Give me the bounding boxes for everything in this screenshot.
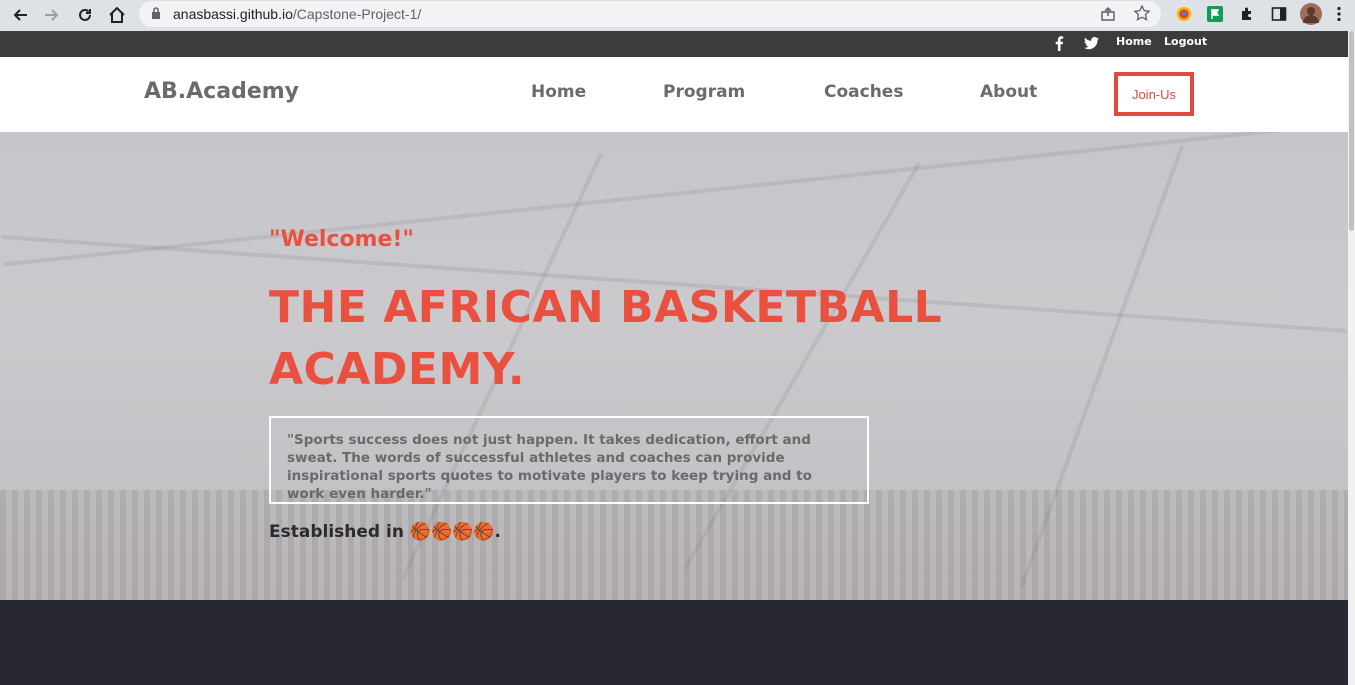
nav-program[interactable]: Program	[663, 82, 745, 102]
menu-kebab-icon[interactable]	[1336, 6, 1342, 27]
hero-welcome: "Welcome!"	[269, 227, 414, 252]
dark-section	[0, 600, 1348, 685]
join-us-button[interactable]: Join-Us	[1114, 72, 1194, 116]
profile-avatar[interactable]	[1300, 3, 1322, 30]
nav-home[interactable]: Home	[531, 82, 586, 102]
share-icon[interactable]	[1100, 6, 1116, 27]
twitter-icon[interactable]	[1084, 37, 1099, 55]
extensions-puzzle-icon[interactable]	[1239, 6, 1255, 27]
scrollbar-thumb[interactable]	[1349, 31, 1354, 231]
facebook-icon[interactable]	[1054, 36, 1064, 56]
address-bar[interactable]: anasbassi.github.io/Capstone-Project-1/	[139, 1, 1161, 27]
hero-quote: "Sports success does not just happen. It…	[269, 416, 869, 504]
url-host: anasbassi.github.io	[173, 6, 293, 22]
browser-toolbar: anasbassi.github.io/Capstone-Project-1/	[0, 0, 1355, 31]
nav-coaches[interactable]: Coaches	[824, 82, 903, 102]
top-bar: Home Logout	[0, 31, 1348, 57]
back-arrow-icon[interactable]	[8, 3, 32, 27]
forward-arrow-icon[interactable]	[40, 3, 64, 27]
site-logo[interactable]: AB.Academy	[144, 79, 299, 104]
extension-flag-icon[interactable]	[1207, 6, 1223, 27]
nav-about[interactable]: About	[980, 82, 1037, 102]
reload-icon[interactable]	[73, 3, 97, 27]
lock-icon[interactable]	[151, 7, 161, 25]
hero-headline: THE AFRICAN BASKETBALL ACADEMY.	[269, 282, 943, 395]
hero-section: "Welcome!" THE AFRICAN BASKETBALL ACADEM…	[0, 132, 1348, 600]
topbar-home-link[interactable]: Home	[1116, 35, 1152, 48]
side-panel-icon[interactable]	[1271, 6, 1287, 27]
page-scrollbar[interactable]	[1348, 31, 1355, 685]
established-text: Established in 🏀🏀🏀🏀.	[269, 522, 501, 542]
site-header: AB.Academy Home Program Coaches About Jo…	[0, 57, 1348, 132]
bookmark-star-icon[interactable]	[1133, 4, 1151, 26]
url-path: /Capstone-Project-1/	[292, 6, 422, 22]
url-text[interactable]: anasbassi.github.io/Capstone-Project-1/	[173, 6, 421, 22]
home-icon[interactable]	[105, 3, 129, 27]
extension-color-icon[interactable]	[1176, 6, 1192, 27]
topbar-logout-link[interactable]: Logout	[1164, 35, 1207, 48]
